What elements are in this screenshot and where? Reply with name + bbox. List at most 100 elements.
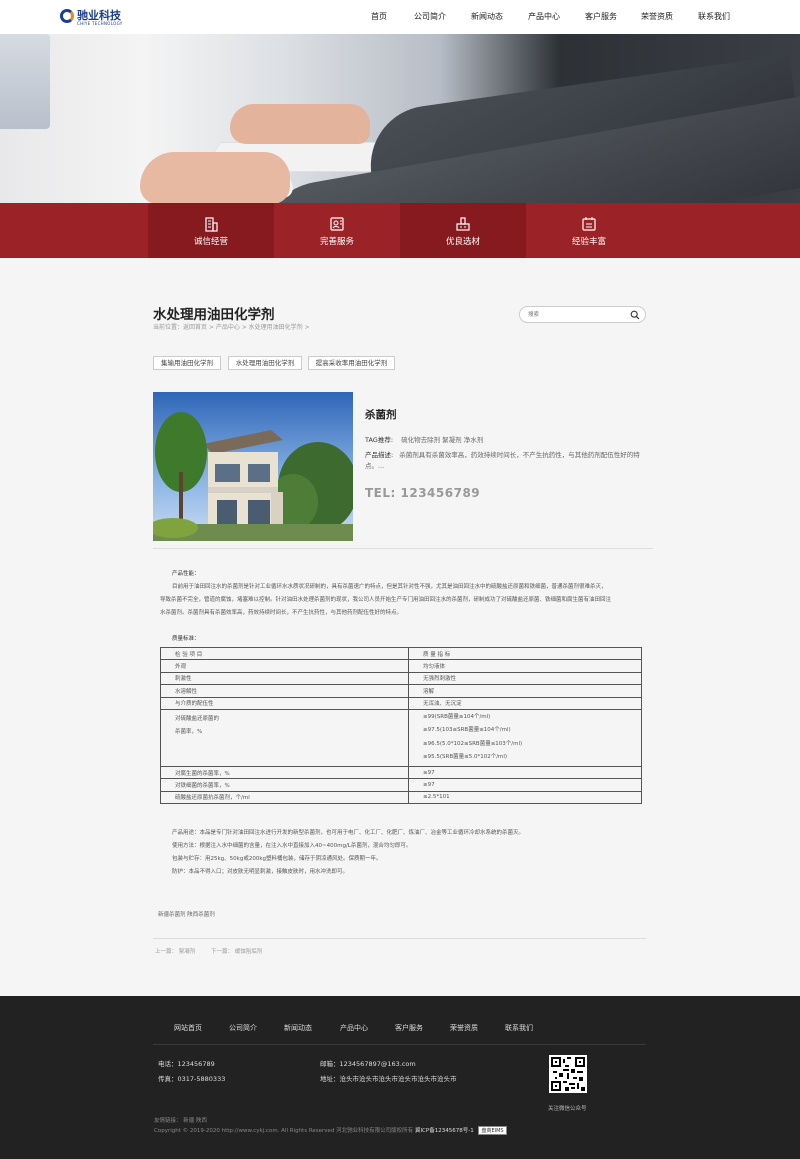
nav-about[interactable]: 公司简介 bbox=[414, 11, 446, 22]
table-cell: ≥97 bbox=[408, 765, 642, 780]
prev-link[interactable]: 上一篇： 絮凝剂 bbox=[155, 949, 195, 955]
friend-links[interactable]: 友情链接： 新疆 陕西 bbox=[154, 1116, 207, 1124]
logo-english-text: CHIYE TECHNOLOGY bbox=[77, 21, 123, 26]
table-cell: 硫酸盐还原菌抗杀菌剂，个/ml bbox=[160, 790, 409, 805]
footer-divider bbox=[153, 1044, 646, 1045]
table-header-row: 检 验 项 目 质 量 指 标 bbox=[160, 646, 642, 661]
table-cell: 无强烈刺激性 bbox=[408, 671, 642, 686]
feature-item[interactable]: 诚信经营 bbox=[148, 203, 274, 258]
product-name: 杀菌剂 bbox=[365, 409, 397, 421]
srb-value-line: ≥99(SRB菌量≥104个/ml) bbox=[423, 713, 491, 720]
nav-products[interactable]: 产品中心 bbox=[528, 11, 560, 22]
product-tel: TEL: 123456789 bbox=[365, 486, 481, 500]
table-cell: 外观 bbox=[160, 659, 409, 673]
srb-value-line: ≥95.5(SRB菌量≤5.0*102个/ml) bbox=[423, 754, 508, 761]
footer-nav-honors[interactable]: 荣誉资质 bbox=[450, 1023, 478, 1033]
table-cell: 水溶解性 bbox=[160, 684, 409, 698]
footer-nav-products[interactable]: 产品中心 bbox=[340, 1023, 368, 1033]
copyright-text: Copyright © 2019-2020 http://www.cykj.co… bbox=[154, 1128, 414, 1134]
service-person-icon bbox=[330, 217, 344, 231]
breadcrumb[interactable]: 当前位置：返回首页 > 产品中心 > 水处理用油田化学剂 > bbox=[153, 322, 310, 331]
footer-address: 地址：沧头市沧头市沧头市沧头市沧头市沧头市 bbox=[320, 1075, 457, 1083]
nav-news[interactable]: 新闻动态 bbox=[471, 11, 503, 22]
icp-number[interactable]: 冀ICP备12345678号-1 bbox=[415, 1128, 474, 1134]
footer-fax: 传真：0317-5880333 bbox=[158, 1075, 226, 1083]
table-row: 水溶解性 溶解 bbox=[160, 684, 642, 698]
nav-home[interactable]: 首页 bbox=[371, 11, 387, 22]
table-row: 刺激性 无强烈刺激性 bbox=[160, 671, 642, 686]
table-row: 对硫酸盐还原菌的 杀菌率，% ≥99(SRB菌量≥104个/ml) ≥97.5(… bbox=[160, 708, 642, 767]
footer-nav-contact[interactable]: 联系我们 bbox=[505, 1023, 533, 1033]
tag-list[interactable]: 硫化物去除剂 絮凝剂 净水剂 bbox=[401, 436, 483, 444]
site-header: 驰业科技 CHIYE TECHNOLOGY 首页 公司简介 新闻动态 产品中心 … bbox=[0, 0, 800, 34]
usage-line: 防护：本品不得入口；对皮肤无明显刺激，接触皮肤时，用水冲洗即可。 bbox=[172, 869, 349, 875]
srb-item-line: 杀菌率，% bbox=[175, 729, 203, 736]
table-cell: 对腐生菌的杀菌率，% bbox=[160, 765, 409, 780]
banner-monitor bbox=[0, 34, 50, 129]
product-tags: TAG推荐: 硫化物去除剂 絮凝剂 净水剂 bbox=[365, 434, 483, 444]
banner-hand bbox=[230, 104, 370, 144]
footer-nav-news[interactable]: 新闻动态 bbox=[284, 1023, 312, 1033]
table-cell: 对硫酸盐还原菌的 杀菌率，% bbox=[160, 708, 409, 767]
table-row: 对腐生菌的杀菌率，% ≥97 bbox=[160, 765, 642, 780]
copyright: Copyright © 2019-2020 http://www.cykj.co… bbox=[154, 1126, 507, 1135]
category-tag[interactable]: 集输用油田化学剂 bbox=[153, 356, 221, 370]
house-photo bbox=[153, 392, 353, 541]
table-cell: 无浑浊、无沉淀 bbox=[408, 696, 642, 710]
srb-item-line: 对硫酸盐还原菌的 bbox=[175, 715, 220, 722]
table-cell: 与介质的配伍性 bbox=[160, 696, 409, 710]
next-link[interactable]: 下一篇： 缓蚀阻垢剂 bbox=[211, 949, 262, 955]
qr-code-icon bbox=[551, 1057, 585, 1091]
search-icon[interactable] bbox=[630, 310, 640, 320]
related-tags[interactable]: 新疆杀菌剂 陕西杀菌剂 bbox=[158, 910, 215, 918]
quality-heading: 质量标准： bbox=[172, 636, 200, 642]
category-tag[interactable]: 水处理用油田化学剂 bbox=[228, 356, 302, 370]
usage-line: 使用方法：根据注入水中细菌的含量，在注入水中直接加入40~400mg/L杀菌剂，… bbox=[172, 843, 412, 849]
tag-label: TAG推荐: bbox=[365, 436, 394, 444]
srb-value-line: ≥96.5(5.0*102≤SRB菌量≤103个/ml) bbox=[423, 740, 523, 747]
table-row: 与介质的配伍性 无浑浊、无沉淀 bbox=[160, 696, 642, 710]
feature-label: 经验丰富 bbox=[571, 237, 606, 247]
feature-label: 优良选材 bbox=[445, 237, 480, 247]
footer-nav-home[interactable]: 网站首页 bbox=[174, 1023, 202, 1033]
qr-label: 关注微信公众号 bbox=[548, 1106, 587, 1112]
nav-contact[interactable]: 联系我们 bbox=[698, 11, 730, 22]
nav-service[interactable]: 客户服务 bbox=[585, 11, 617, 22]
category-tag[interactable]: 提高采收率用油田化学剂 bbox=[308, 356, 395, 370]
page-title: 水处理用油田化学剂 bbox=[153, 307, 275, 323]
table-cell: ≤2.5*101 bbox=[408, 790, 642, 805]
calendar-list-icon bbox=[582, 217, 596, 231]
table-row: 对铁细菌的杀菌率，% ≥97 bbox=[160, 778, 642, 792]
table-cell: ≥97 bbox=[408, 778, 642, 792]
performance-line: 目前用于油田回注水的杀菌剂是针对工业循环水水质状况研制的，具有杀菌速广的特点，但… bbox=[172, 584, 607, 590]
table-row: 硫酸盐还原菌抗杀菌剂，个/ml ≤2.5*101 bbox=[160, 790, 642, 805]
footer-nav-about[interactable]: 公司简介 bbox=[229, 1023, 257, 1033]
hero-banner bbox=[0, 34, 800, 203]
performance-heading: 产品性能： bbox=[172, 571, 200, 577]
footer-nav-service[interactable]: 客户服务 bbox=[395, 1023, 423, 1033]
product-image bbox=[153, 392, 353, 541]
feature-bar: 诚信经营 完善服务 优良选材 经验丰富 bbox=[0, 203, 800, 258]
feature-item[interactable]: 完善服务 bbox=[274, 203, 400, 258]
search-box bbox=[519, 306, 646, 323]
search-input[interactable] bbox=[528, 310, 628, 320]
usage-line: 包装与贮存：用25kg、50kg或200kg塑料桶包装，储存于阴凉通风处。保质期… bbox=[172, 856, 382, 862]
banner-hand bbox=[140, 152, 290, 203]
table-header-cell: 质 量 指 标 bbox=[408, 646, 642, 661]
logo-mark-icon bbox=[60, 9, 74, 23]
table-cell: ≥99(SRB菌量≥104个/ml) ≥97.5(103≤SRB菌量≤104个/… bbox=[408, 708, 642, 767]
performance-line: 导致杀菌不完全，管道的腐蚀，堵塞难以控制。针对油田水处理杀菌剂的现状，我公司人员… bbox=[160, 597, 612, 603]
eims-badge[interactable]: 盘商EIMS bbox=[478, 1126, 507, 1135]
product-description: 产品描述: 杀菌剂具有杀菌效率高，药效持续时间长，不产生抗药性，与其他药剂配伍性… bbox=[365, 450, 650, 472]
nav-honors[interactable]: 荣誉资质 bbox=[641, 11, 673, 22]
table-cell: 溶解 bbox=[408, 684, 642, 698]
table-cell: 对铁细菌的杀菌率，% bbox=[160, 778, 409, 792]
feature-label: 完善服务 bbox=[319, 237, 354, 247]
factory-icon bbox=[456, 217, 470, 231]
feature-item[interactable]: 优良选材 bbox=[400, 203, 526, 258]
feature-item[interactable]: 经验丰富 bbox=[526, 203, 652, 258]
table-cell: 均匀液体 bbox=[408, 659, 642, 673]
site-logo[interactable]: 驰业科技 CHIYE TECHNOLOGY bbox=[60, 7, 130, 29]
wechat-qr-code bbox=[549, 1055, 587, 1093]
footer-email[interactable]: 邮箱：1234567897@163.com bbox=[320, 1058, 416, 1068]
